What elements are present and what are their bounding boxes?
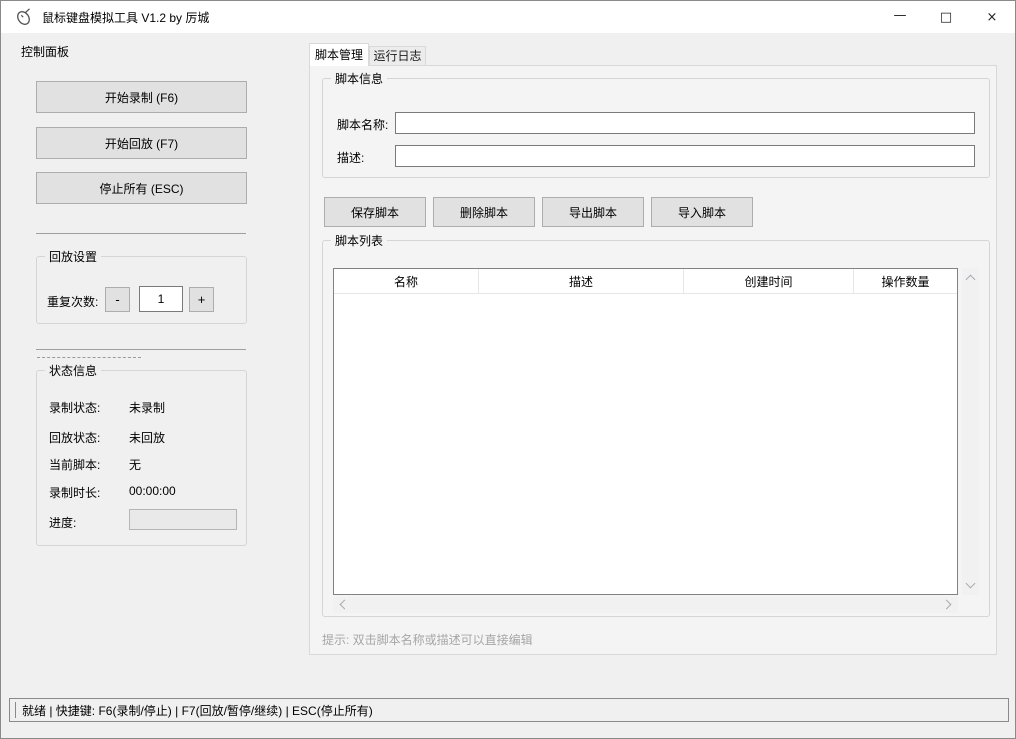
playback-status-value: 未回放 (129, 429, 165, 446)
column-header-description[interactable]: 描述 (479, 269, 684, 293)
playback-settings-group: 回放设置 重复次数: - + (36, 256, 247, 324)
export-script-button[interactable]: 导出脚本 (542, 197, 644, 227)
progress-bar (129, 509, 237, 530)
close-button[interactable]: × (969, 1, 1015, 33)
script-manager-panel: 脚本信息 脚本名称: 描述: 保存脚本 删除脚本 导出脚本 导入脚本 脚本列表 … (309, 65, 997, 655)
script-list-group: 脚本列表 名称 描述 创建时间 操作数量 (322, 240, 990, 617)
minimize-button[interactable]: — (877, 1, 923, 33)
playback-settings-title: 回放设置 (45, 248, 101, 265)
save-script-button[interactable]: 保存脚本 (324, 197, 426, 227)
tab-script-manager[interactable]: 脚本管理 (309, 43, 369, 66)
column-header-name[interactable]: 名称 (334, 269, 479, 293)
mouse-icon (14, 7, 34, 27)
column-header-created[interactable]: 创建时间 (684, 269, 854, 293)
maximize-icon: □ (940, 10, 952, 25)
app-window: 鼠标键盘模拟工具 V1.2 by 厉城 — □ × 控制面板 开始录制 (F6)… (0, 0, 1016, 739)
statusbar-text: 就绪 | 快捷键: F6(录制/停止) | F7(回放/暂停/继续) | ESC… (22, 702, 373, 719)
window-title: 鼠标键盘模拟工具 V1.2 by 厉城 (42, 9, 209, 26)
script-name-input[interactable] (395, 112, 975, 134)
repeat-count-input[interactable] (139, 286, 183, 312)
progress-label: 进度: (49, 514, 76, 531)
control-panel-title: 控制面板 (21, 43, 69, 60)
import-script-button[interactable]: 导入脚本 (651, 197, 753, 227)
column-header-op-count[interactable]: 操作数量 (854, 269, 957, 293)
repeat-decrease-button[interactable]: - (105, 287, 130, 312)
scroll-right-icon[interactable] (942, 600, 952, 610)
separator (36, 233, 246, 234)
record-duration-value: 00:00:00 (129, 484, 176, 498)
script-desc-input[interactable] (395, 145, 975, 167)
minimize-icon: — (894, 8, 907, 23)
title-bar: 鼠标键盘模拟工具 V1.2 by 厉城 — □ × (1, 1, 1015, 33)
close-icon: × (987, 10, 998, 25)
status-info-title: 状态信息 (45, 362, 101, 379)
script-list-title: 脚本列表 (331, 232, 387, 249)
vertical-scrollbar[interactable] (962, 268, 979, 595)
repeat-increase-button[interactable]: + (189, 287, 214, 312)
status-bar: 就绪 | 快捷键: F6(录制/停止) | F7(回放/暂停/继续) | ESC… (9, 698, 1009, 722)
scroll-down-icon[interactable] (966, 579, 976, 589)
record-status-label: 录制状态: (49, 399, 100, 416)
start-playback-button[interactable]: 开始回放 (F7) (36, 127, 247, 159)
edit-hint: 提示: 双击脚本名称或描述可以直接编辑 (322, 631, 533, 648)
maximize-button[interactable]: □ (923, 1, 969, 33)
script-desc-label: 描述: (337, 149, 364, 166)
script-table: 名称 描述 创建时间 操作数量 (333, 268, 958, 595)
record-status-value: 未录制 (129, 399, 165, 416)
record-duration-label: 录制时长: (49, 484, 100, 501)
repeat-count-label: 重复次数: (47, 293, 98, 310)
current-script-label: 当前脚本: (49, 456, 100, 473)
script-table-header: 名称 描述 创建时间 操作数量 (334, 269, 957, 294)
tab-run-log[interactable]: 运行日志 (369, 46, 426, 66)
script-info-title: 脚本信息 (331, 70, 387, 87)
script-name-label: 脚本名称: (337, 116, 388, 133)
dashed-line (37, 357, 141, 358)
status-info-group: 状态信息 录制状态: 未录制 回放状态: 未回放 当前脚本: 无 录制时长: 0… (36, 370, 247, 546)
window-controls: — □ × (877, 1, 1015, 33)
scroll-up-icon[interactable] (966, 275, 976, 285)
separator (36, 349, 246, 350)
stop-all-button[interactable]: 停止所有 (ESC) (36, 172, 247, 204)
delete-script-button[interactable]: 删除脚本 (433, 197, 535, 227)
playback-status-label: 回放状态: (49, 429, 100, 446)
horizontal-scrollbar[interactable] (333, 597, 958, 613)
script-info-group: 脚本信息 脚本名称: 描述: (322, 78, 990, 178)
start-record-button[interactable]: 开始录制 (F6) (36, 81, 247, 113)
scroll-left-icon[interactable] (340, 600, 350, 610)
current-script-value: 无 (129, 456, 141, 473)
statusbar-divider (15, 702, 16, 718)
